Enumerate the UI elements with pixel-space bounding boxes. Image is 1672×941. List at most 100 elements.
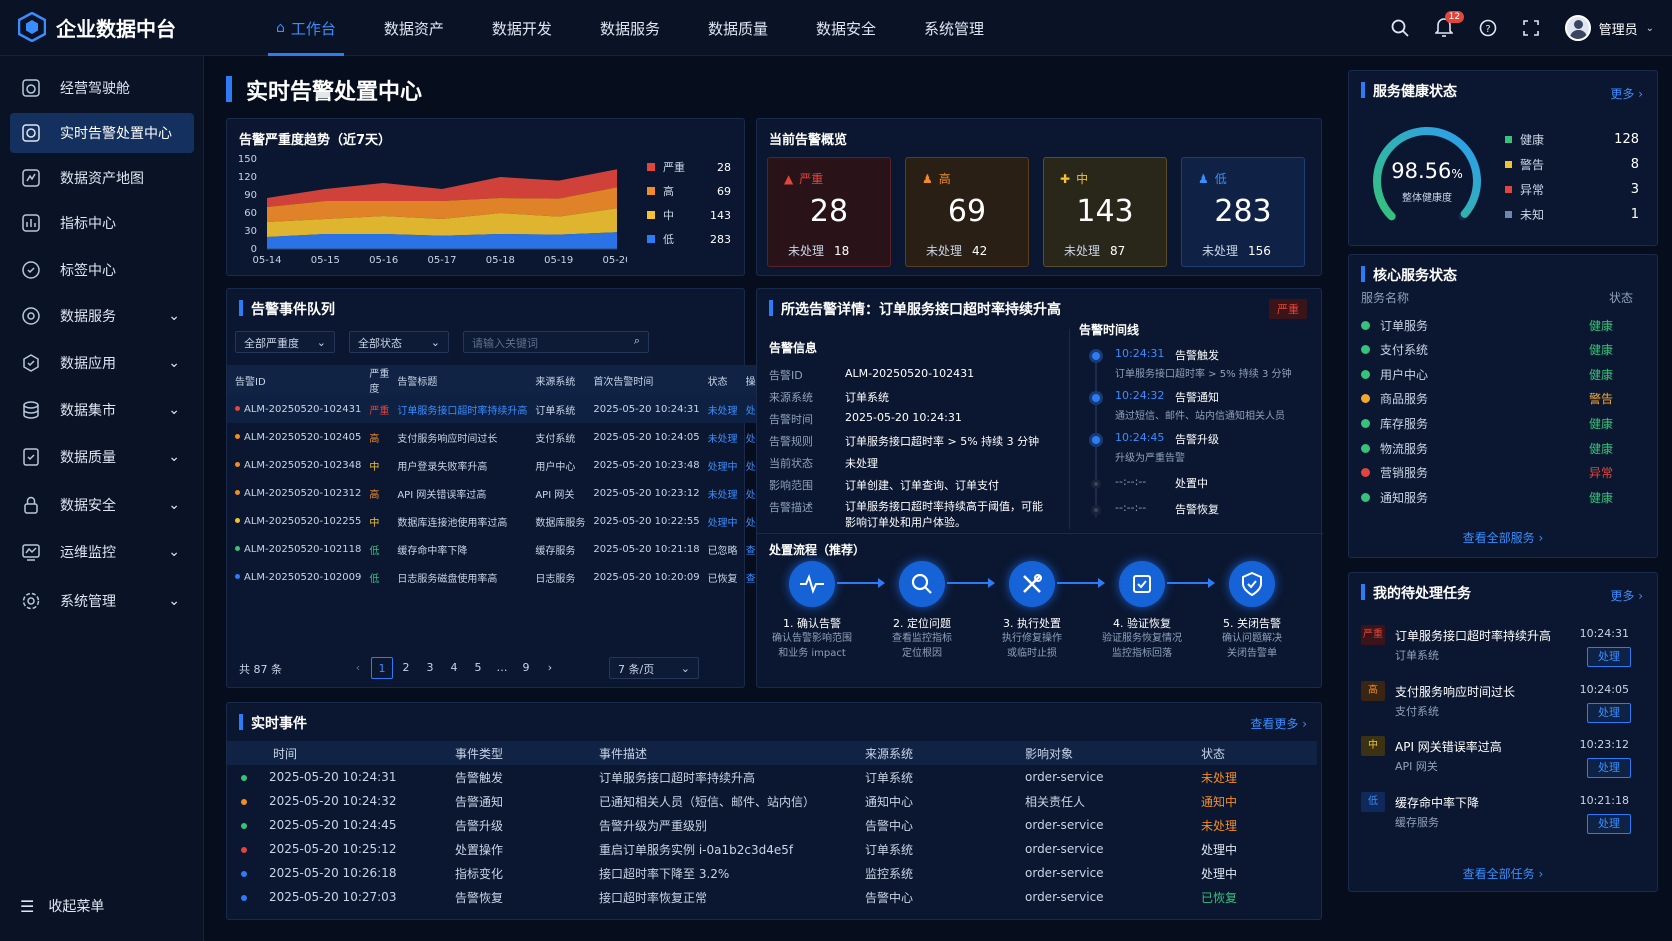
y-tick-label: 150 — [238, 154, 257, 165]
table-row[interactable]: 2025-05-20 10:26:18 指标变化 接口超时率下降至 3.2% 监… — [227, 861, 1317, 885]
y-tick-label: 30 — [244, 226, 257, 237]
severity-filter[interactable]: 全部严重度 ⌄ — [235, 331, 335, 353]
fullscreen-icon[interactable] — [1522, 20, 1539, 36]
help-icon[interactable]: ? — [1479, 19, 1497, 37]
search-icon[interactable] — [1391, 19, 1409, 37]
notification-button[interactable]: 12 — [1433, 10, 1465, 40]
task-item[interactable]: 中 API 网关错误率过高 API 网关 10:23:12 处理 — [1361, 736, 1631, 786]
page-button[interactable]: 4 — [443, 657, 465, 679]
topnav-label: 工作台 — [290, 19, 336, 38]
task-handle-button[interactable]: 处理 — [1587, 647, 1631, 667]
view-all-tasks-link[interactable]: 查看全部任务 › — [1349, 865, 1657, 882]
service-row[interactable]: 营销服务 异常 — [1361, 463, 1623, 483]
flow-step[interactable]: 5. 关闭告警 确认问题解决 关闭告警单 — [1197, 561, 1307, 661]
service-name: 订单服务 — [1380, 318, 1429, 333]
sidebar-item-data-mart[interactable]: 数据集市 ⌄ — [10, 390, 194, 430]
task-handle-button[interactable]: 处理 — [1587, 758, 1631, 778]
alert-title[interactable]: 日志服务磁盘使用率高 — [389, 563, 527, 591]
topnav-data-security[interactable]: 数据安全 — [792, 0, 900, 56]
service-row[interactable]: 商品服务 警告 — [1361, 389, 1623, 409]
flow-step[interactable]: 2. 定位问题 查看监控指标 定位根因 — [867, 561, 977, 661]
table-row[interactable]: ALM-20250520-102312 高 API 网关错误率过高 API 网关… — [227, 479, 766, 507]
page-button[interactable]: 3 — [419, 657, 441, 679]
next-page-button[interactable]: › — [539, 657, 561, 679]
task-item[interactable]: 高 支付服务响应时间过长 支付系统 10:24:05 处理 — [1361, 680, 1631, 731]
info-label: 告警ID — [769, 369, 803, 382]
health-more-link[interactable]: 更多 › — [1610, 85, 1643, 102]
table-row[interactable]: ALM-20250520-102118 低 缓存命中率下降 缓存服务 2025-… — [227, 535, 766, 563]
tasks-more-link[interactable]: 更多 › — [1610, 587, 1643, 604]
table-row[interactable]: ALM-20250520-102009 低 日志服务磁盘使用率高 日志服务 20… — [227, 563, 766, 591]
severity-card-critical[interactable]: ▲ 严重 28 未处理 18 — [767, 157, 891, 267]
stat-swatch — [1505, 161, 1512, 168]
page-button[interactable]: 9 — [515, 657, 537, 679]
app-logo[interactable]: 企业数据中台 — [18, 12, 176, 42]
sidebar-item-data-security[interactable]: 数据安全 ⌄ — [10, 485, 194, 525]
sidebar-item-system[interactable]: 系统管理 ⌄ — [10, 581, 194, 621]
alert-title[interactable]: 支付服务响应时间过长 — [389, 423, 527, 451]
topnav-data-assets[interactable]: 数据资产 — [360, 0, 468, 56]
alert-title[interactable]: 订单服务接口超时率持续升高 — [389, 395, 527, 423]
flow-step[interactable]: 3. 执行处置 执行修复操作 或临时止损 — [977, 561, 1087, 661]
status-filter[interactable]: 全部状态 ⌄ — [349, 331, 449, 353]
severity-card-medium[interactable]: ✚ 中 143 未处理 87 — [1043, 157, 1167, 267]
table-row[interactable]: 2025-05-20 10:24:31 告警触发 订单服务接口超时率持续升高 订… — [227, 765, 1317, 789]
sidebar-item-alert-center[interactable]: 实时告警处置中心 — [10, 113, 194, 153]
view-all-services-link[interactable]: 查看全部服务 › — [1349, 529, 1657, 546]
stat-swatch — [1505, 211, 1512, 218]
table-row[interactable]: 2025-05-20 10:25:12 处置操作 重启订单服务实例 i-0a1b… — [227, 837, 1317, 861]
task-item[interactable]: 低 缓存命中率下降 缓存服务 10:21:18 处理 — [1361, 791, 1631, 842]
service-row[interactable]: 物流服务 健康 — [1361, 438, 1623, 458]
sidebar-item-metrics[interactable]: 指标中心 — [10, 203, 194, 243]
table-row[interactable]: 2025-05-20 10:24:45 告警升级 告警升级为严重级别 告警中心 … — [227, 813, 1317, 837]
service-row[interactable]: 通知服务 健康 — [1361, 487, 1623, 507]
sidebar-item-asset-map[interactable]: 数据资产地图 — [10, 158, 194, 198]
flow-step[interactable]: 4. 验证恢复 验证服务恢复情况 监控指标回落 — [1087, 561, 1197, 661]
topnav-system[interactable]: 系统管理 — [900, 0, 1008, 56]
legend-swatch — [647, 187, 655, 195]
sidebar-item-data-service[interactable]: 数据服务 ⌄ — [10, 296, 194, 336]
sidebar-item-ops-monitor[interactable]: 运维监控 ⌄ — [10, 532, 194, 572]
topnav-workbench[interactable]: ⌂ 工作台 — [252, 0, 360, 56]
alert-title[interactable]: 缓存命中率下降 — [389, 535, 527, 563]
collapse-menu-button[interactable]: ☰ 收起菜单 — [20, 896, 104, 916]
topnav-data-service[interactable]: 数据服务 — [576, 0, 684, 56]
topnav-data-quality[interactable]: 数据质量 — [684, 0, 792, 56]
page-button[interactable]: 2 — [395, 657, 417, 679]
alert-title[interactable]: API 网关错误率过高 — [389, 479, 527, 507]
severity-card-low[interactable]: ♟ 低 283 未处理 156 — [1181, 157, 1305, 267]
sidebar-item-data-app[interactable]: 数据应用 ⌄ — [10, 343, 194, 383]
topnav-data-dev[interactable]: 数据开发 — [468, 0, 576, 56]
service-row[interactable]: 支付系统 健康 — [1361, 340, 1623, 360]
severity-card-high[interactable]: ♟ 高 69 未处理 42 — [905, 157, 1029, 267]
page-button[interactable]: 1 — [371, 657, 393, 679]
timeline-event: 告警触发 — [1175, 349, 1219, 362]
table-row[interactable]: ALM-20250520-102348 中 用户登录失败率升高 用户中心 202… — [227, 451, 766, 479]
flow-step[interactable]: 1. 确认告警 确认告警影响范围 和业务 impact — [757, 561, 867, 661]
app-title: 企业数据中台 — [56, 16, 176, 41]
task-item[interactable]: 严重 订单服务接口超时率持续升高 订单系统 10:24:31 处理 — [1361, 625, 1631, 675]
table-row[interactable]: ALM-20250520-102255 中 数据库连接池使用率过高 数据库服务 … — [227, 507, 766, 535]
table-row[interactable]: 2025-05-20 10:24:32 告警通知 已通知相关人员（短信、邮件、站… — [227, 789, 1317, 813]
task-handle-button[interactable]: 处理 — [1587, 702, 1631, 723]
sidebar-item-data-quality[interactable]: 数据质量 ⌄ — [10, 437, 194, 477]
alert-id: ALM-20250520-102118 — [227, 535, 361, 563]
user-menu[interactable]: 管理员 ⌄ — [1564, 15, 1654, 41]
service-row[interactable]: 用户中心 健康 — [1361, 364, 1623, 384]
page-button[interactable]: 5 — [467, 657, 489, 679]
task-handle-button[interactable]: 处理 — [1587, 813, 1631, 834]
page-size-select[interactable]: 7 条/页 ⌄ — [609, 657, 699, 679]
events-more-link[interactable]: 查看更多 › — [1250, 715, 1307, 732]
service-row[interactable]: 库存服务 健康 — [1361, 413, 1623, 433]
table-row[interactable]: ALM-20250520-102431 严重 订单服务接口超时率持续升高 订单系… — [227, 395, 766, 423]
table-row[interactable]: 2025-05-20 10:27:03 告警恢复 接口超时率恢复正常 告警中心 … — [227, 885, 1317, 909]
alert-title[interactable]: 用户登录失败率升高 — [389, 451, 527, 479]
alert-title[interactable]: 数据库连接池使用率过高 — [389, 507, 527, 535]
table-row[interactable]: ALM-20250520-102405 高 支付服务响应时间过长 支付系统 20… — [227, 423, 766, 451]
search-input[interactable]: 请输入关键词 ⌕ — [463, 331, 649, 353]
prev-page-button[interactable]: ‹ — [347, 657, 369, 679]
sidebar-item-cockpit[interactable]: 经营驾驶舱 — [10, 68, 194, 108]
timeline-event: 告警通知 — [1175, 391, 1219, 404]
service-row[interactable]: 订单服务 健康 — [1361, 315, 1623, 335]
sidebar-item-tags[interactable]: 标签中心 — [10, 250, 194, 290]
